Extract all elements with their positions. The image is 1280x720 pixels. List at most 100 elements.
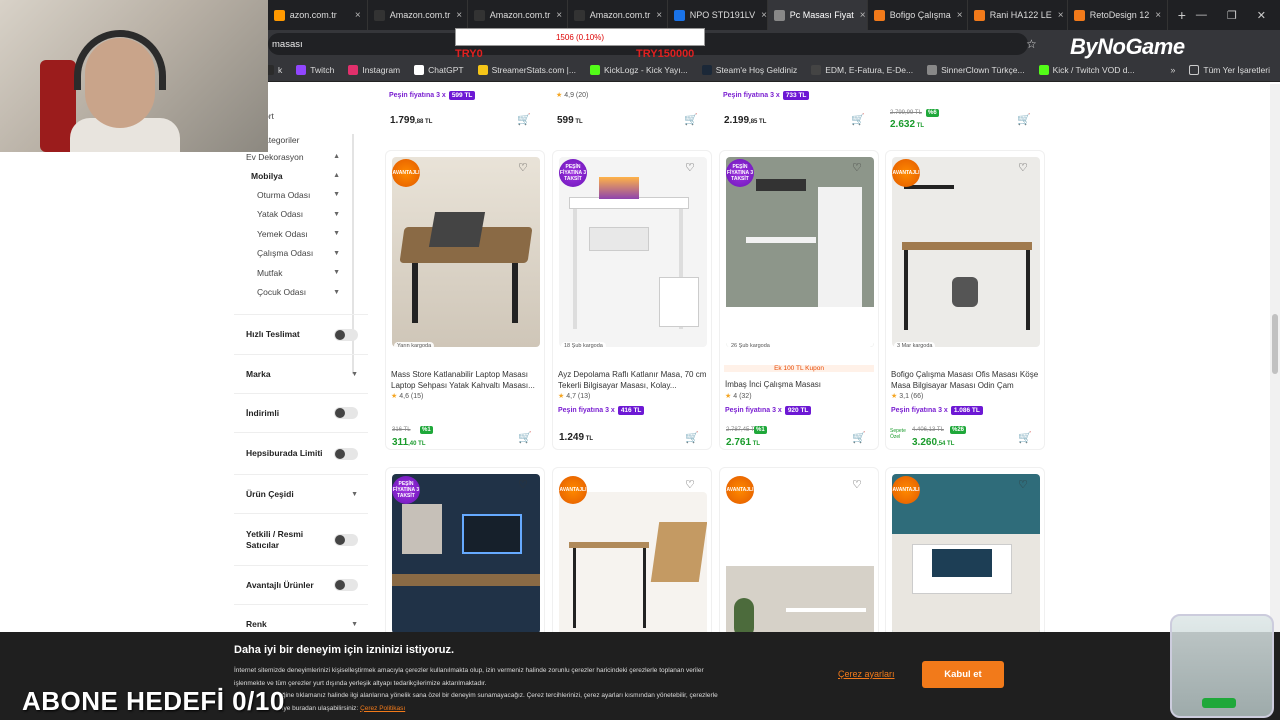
favorite-heart-icon[interactable]: ♡ xyxy=(518,161,528,174)
close-tab-icon[interactable]: × xyxy=(450,10,462,21)
toggle-switch[interactable] xyxy=(334,533,358,546)
product-name[interactable]: Ayz Depolama Raflı Katlanır Masa, 70 cm … xyxy=(558,369,708,391)
chevron-up-icon: ▲ xyxy=(333,153,340,161)
favorite-heart-icon[interactable]: ♡ xyxy=(1018,161,1028,174)
bookmark-item[interactable]: SinnerClown Türkçe... xyxy=(927,64,1025,75)
chevron-down-icon: ▼ xyxy=(351,620,358,628)
subcategory-item[interactable]: Çocuk Odası ▼ xyxy=(257,283,354,303)
close-window-icon[interactable]: ✕ xyxy=(1257,9,1266,22)
product-card[interactable]: Yarın kargoda ♡ AVANTAJLI Mass Store Katlan… xyxy=(385,150,545,450)
subcategory-item[interactable]: Mutfak ▼ xyxy=(257,263,354,283)
browser-tab[interactable]: Pc Masası Fiyat × xyxy=(767,0,868,30)
filter-3[interactable]: Hepsiburada Limiti xyxy=(234,432,368,474)
filter-1[interactable]: Marka ▼ xyxy=(234,354,368,393)
close-tab-icon[interactable]: × xyxy=(951,10,963,21)
favorite-heart-icon[interactable]: ♡ xyxy=(518,478,528,491)
product-card[interactable]: 18 Şub kargoda ♡ PEŞİN FİYATINA 3 TAKSİT Ay… xyxy=(552,150,712,450)
subcategory-item[interactable]: Yatak Odası ▼ xyxy=(257,205,354,225)
bookmark-item[interactable]: Kick / Twitch VOD d... xyxy=(1038,64,1135,75)
add-to-cart-icon[interactable]: 🛒 xyxy=(1017,113,1031,126)
product-name[interactable]: Mass Store Katlanabilir Laptop Masası La… xyxy=(391,369,541,391)
product-card[interactable]: ♡ PEŞİN FİYATINA 3 TAKSİT xyxy=(385,467,545,637)
browser-tab[interactable]: azon.com.tr × xyxy=(268,0,368,30)
toggle-switch[interactable] xyxy=(334,579,358,591)
filter-0[interactable]: Hızlı Teslimat xyxy=(234,314,368,354)
product-image[interactable] xyxy=(559,157,707,347)
page-scrollbar[interactable] xyxy=(1270,84,1280,632)
category-mobilya[interactable]: Mobilya ▲ xyxy=(251,166,354,186)
add-to-cart-icon[interactable]: 🛒 xyxy=(852,431,866,444)
bookmark-item[interactable]: StreamerStats.com |... xyxy=(477,64,576,75)
bookmark-item[interactable]: Steam'e Hoş Geldiniz xyxy=(701,64,797,75)
favorite-heart-icon[interactable]: ♡ xyxy=(852,478,862,491)
subcategory-label: Oturma Odası xyxy=(257,189,311,200)
close-tab-icon[interactable]: × xyxy=(755,10,767,21)
minimize-icon[interactable]: — xyxy=(1196,9,1207,22)
browser-tab[interactable]: Amazon.com.tr × xyxy=(468,0,568,30)
add-to-cart-icon[interactable]: 🛒 xyxy=(518,431,532,444)
product-card[interactable]: 3 Mar kargoda ♡ AVANTAJLI Bofigo Çalışma Ma… xyxy=(885,150,1045,450)
close-tab-icon[interactable]: × xyxy=(349,10,361,21)
bookmark-item[interactable]: EDM, E-Fatura, E-De... xyxy=(811,64,913,75)
browser-tab[interactable]: Rani HA122 LE × xyxy=(968,0,1068,30)
rating: ★ 4,9 (20) xyxy=(556,91,588,99)
product-card[interactable]: ♡ AVANTAJLI xyxy=(885,467,1045,637)
product-card[interactable]: ♡ AVANTAJLI xyxy=(552,467,712,652)
url-text[interactable]: masası xyxy=(272,39,303,50)
cookie-settings-link[interactable]: Çerez ayarları xyxy=(838,669,895,679)
add-to-cart-icon[interactable]: 🛒 xyxy=(1018,431,1032,444)
close-tab-icon[interactable]: × xyxy=(1149,10,1161,21)
bookmark-item[interactable]: KickLogz - Kick Yayı... xyxy=(589,64,688,75)
subcategory-item[interactable]: Çalışma Odası ▼ xyxy=(257,244,354,264)
add-to-cart-icon[interactable]: 🛒 xyxy=(851,113,865,126)
favorite-heart-icon[interactable]: ♡ xyxy=(685,478,695,491)
tab-label: NPO STD191LV xyxy=(689,10,756,20)
bookmark-item[interactable]: Instagram xyxy=(348,64,400,75)
all-bookmarks[interactable]: Tüm Yer İşaretleri xyxy=(1189,64,1270,75)
close-tab-icon[interactable]: × xyxy=(1052,10,1064,21)
add-to-cart-icon[interactable]: 🛒 xyxy=(684,113,698,126)
product-name[interactable]: İmbaş İnci Çalışma Masası xyxy=(725,379,875,390)
add-to-cart-icon[interactable]: 🛒 xyxy=(685,431,699,444)
favorite-heart-icon[interactable]: ♡ xyxy=(685,161,695,174)
product-image[interactable] xyxy=(892,157,1040,347)
favorite-heart-icon[interactable]: ♡ xyxy=(852,161,862,174)
product-name[interactable]: Bofigo Çalışma Masası Ofis Masası Köşe M… xyxy=(891,369,1041,391)
filter-6[interactable]: Avantajlı Ürünler xyxy=(234,565,368,604)
close-tab-icon[interactable]: × xyxy=(550,10,562,21)
product-card[interactable]: 26 Şub kargoda ♡ PEŞİN FİYATINA 3 TAKSİT Ek… xyxy=(719,150,879,450)
filter-4[interactable]: Ürün Çeşidi ▼ xyxy=(234,474,368,513)
subcategory-item[interactable]: Yemek Odası ▼ xyxy=(257,224,354,244)
accept-cookies-button[interactable]: Kabul et xyxy=(922,661,1004,688)
filter-2[interactable]: İndirimli xyxy=(234,393,368,432)
cookie-policy-link[interactable]: Çerez Politikası xyxy=(360,705,405,712)
price-main: 1.799 xyxy=(390,115,416,126)
browser-tab[interactable]: RetoDesign 12 × xyxy=(1068,0,1168,30)
tab-label: Amazon.com.tr xyxy=(589,10,651,20)
add-to-cart-icon[interactable]: 🛒 xyxy=(517,113,531,126)
product-image[interactable] xyxy=(392,157,540,347)
toggle-switch[interactable] xyxy=(334,328,358,341)
close-tab-icon[interactable]: × xyxy=(854,10,866,21)
product-image[interactable] xyxy=(726,157,874,347)
new-tab-button[interactable]: + xyxy=(1168,7,1196,23)
browser-tab[interactable]: Bofigo Çalışma × xyxy=(868,0,968,30)
scrollbar-thumb[interactable] xyxy=(1272,314,1278,374)
bookmark-item[interactable]: ChatGPT xyxy=(414,64,464,75)
bookmark-star-icon[interactable]: ☆ xyxy=(1026,37,1037,51)
browser-tab[interactable]: Amazon.com.tr × xyxy=(368,0,468,30)
restore-icon[interactable]: ❐ xyxy=(1227,9,1237,22)
bookmark-item[interactable]: Twitch xyxy=(296,64,334,75)
categories-label: ategoriler xyxy=(264,135,300,145)
toggle-switch[interactable] xyxy=(334,407,358,419)
close-tab-icon[interactable]: × xyxy=(650,10,662,21)
browser-tab[interactable]: NPO STD191LV × xyxy=(668,0,768,30)
product-card[interactable]: ♡ AVANTAJLI xyxy=(719,467,879,678)
product-image[interactable] xyxy=(559,492,707,652)
filter-5[interactable]: Yetkili / Resmi Satıcılar xyxy=(234,513,368,565)
favorite-heart-icon[interactable]: ♡ xyxy=(1018,478,1028,491)
toggle-switch[interactable] xyxy=(334,447,358,460)
subcategory-item[interactable]: Oturma Odası ▼ xyxy=(257,185,354,205)
more-bookmarks-icon[interactable]: » xyxy=(1170,65,1175,75)
browser-tab[interactable]: Amazon.com.tr × xyxy=(568,0,668,30)
